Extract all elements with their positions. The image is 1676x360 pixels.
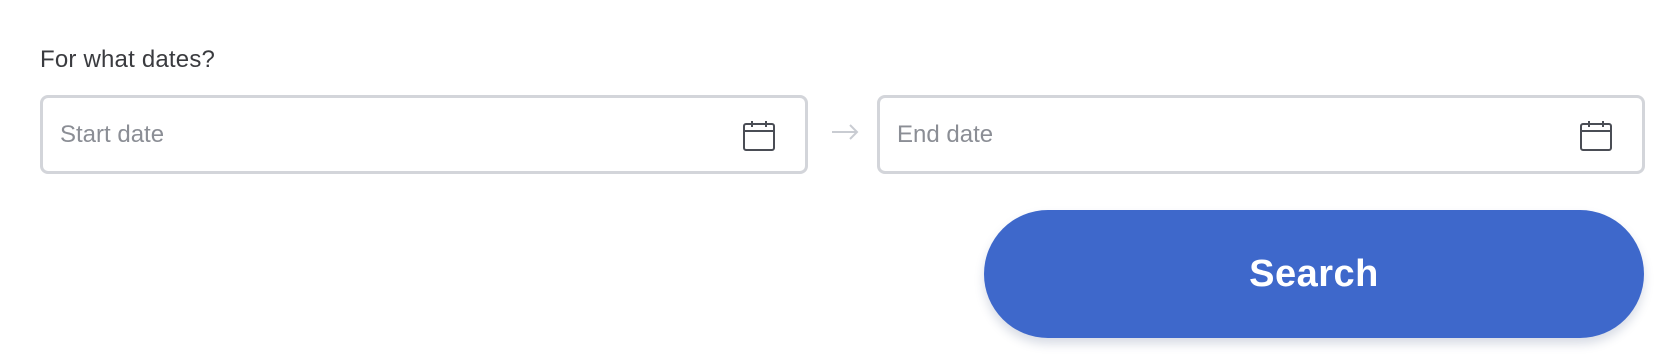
date-search-form: For what dates? Start date End date Sear… [0,0,1676,360]
dates-question-label: For what dates? [40,46,216,73]
end-date-field[interactable]: End date [877,95,1645,174]
start-date-field[interactable]: Start date [40,95,808,174]
calendar-icon[interactable] [1578,118,1614,154]
start-date-placeholder: Start date [60,121,165,148]
arrow-right-icon [830,112,860,152]
calendar-icon[interactable] [741,118,777,154]
search-button[interactable]: Search [984,210,1644,338]
end-date-placeholder: End date [897,121,994,148]
